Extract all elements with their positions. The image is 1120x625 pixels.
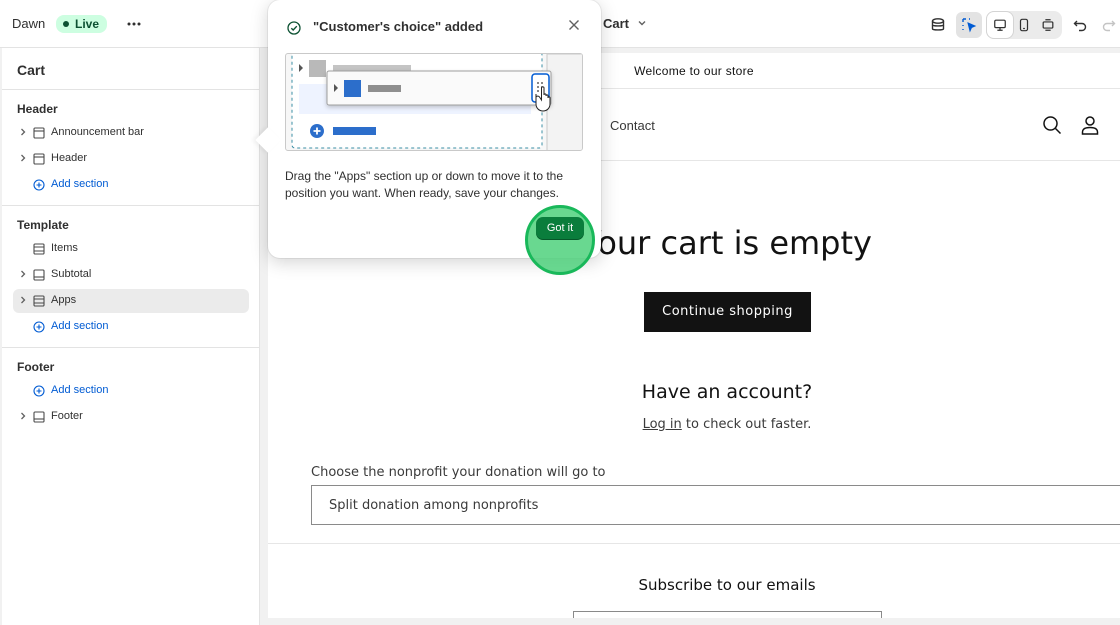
live-status-badge: Live — [56, 15, 108, 33]
login-prompt: Log in to check out faster. — [268, 417, 1120, 432]
sidebar-item-label: Subtotal — [51, 268, 92, 280]
subscribe-heading: Subscribe to our emails — [638, 576, 816, 594]
add-section-label: Add section — [51, 178, 109, 190]
sidebar-item-apps[interactable]: Apps — [13, 289, 249, 313]
divider — [2, 205, 260, 206]
sidebar-item-subtotal[interactable]: Subtotal — [13, 263, 249, 287]
live-status-label: Live — [75, 17, 100, 31]
popover-description: Drag the "Apps" section up or down to mo… — [285, 169, 564, 200]
drag-illustration — [285, 53, 583, 151]
sidebar-item-label: Announcement bar — [51, 126, 144, 138]
chevron-right-icon[interactable] — [18, 411, 28, 421]
section-icon — [33, 243, 45, 255]
device-toggle-group — [986, 11, 1062, 39]
add-section-button-template[interactable]: Add section — [13, 315, 249, 339]
login-suffix: to check out faster. — [681, 417, 812, 432]
add-section-button-header[interactable]: Add section — [13, 173, 249, 197]
close-icon[interactable] — [567, 18, 581, 32]
nav-link-contact[interactable]: Contact — [610, 118, 655, 133]
sidebar-item-footer[interactable]: Footer — [13, 405, 249, 429]
donation-select[interactable]: Split donation among nonprofits — [311, 485, 1120, 525]
group-footer-label: Footer — [17, 360, 55, 374]
page-selector-label: Cart — [603, 16, 630, 31]
sidebar-item-label: Items — [51, 242, 78, 254]
inspector-select-icon[interactable] — [956, 12, 982, 38]
add-section-label: Add section — [51, 384, 109, 396]
email-input[interactable] — [573, 611, 882, 618]
donation-label: Choose the nonprofit your donation will … — [311, 465, 606, 480]
sidebar-item-label: Footer — [51, 410, 83, 422]
popover-title: "Customer's choice" added — [313, 19, 484, 34]
page-selector[interactable]: Cart — [603, 16, 647, 31]
mobile-icon[interactable] — [1011, 12, 1037, 38]
section-icon — [33, 295, 45, 307]
continue-shopping-button[interactable]: Continue shopping — [644, 292, 811, 332]
section-icon — [33, 127, 45, 139]
database-icon[interactable] — [925, 12, 951, 38]
account-icon[interactable] — [1079, 114, 1101, 136]
divider — [2, 347, 260, 348]
chevron-right-icon[interactable] — [18, 153, 28, 163]
have-account-heading: Have an account? — [641, 381, 813, 403]
desktop-icon[interactable] — [987, 12, 1013, 38]
fullscreen-icon[interactable] — [1035, 12, 1061, 38]
sidebar-item-header[interactable]: Header — [13, 147, 249, 171]
section-icon — [33, 411, 45, 423]
divider — [2, 89, 260, 90]
add-section-button-footer[interactable]: Add section — [13, 379, 249, 403]
section-icon — [33, 269, 45, 281]
undo-icon[interactable] — [1067, 12, 1093, 38]
sidebar-title: Cart — [17, 62, 46, 78]
add-circle-icon — [33, 385, 45, 397]
click-highlight — [525, 205, 595, 275]
group-template-label: Template — [17, 218, 69, 232]
sidebar-item-items[interactable]: Items — [13, 237, 249, 261]
chevron-right-icon[interactable] — [18, 295, 28, 305]
redo-icon[interactable] — [1096, 12, 1120, 38]
sidebar-item-announcement-bar[interactable]: Announcement bar — [13, 121, 249, 145]
more-horizontal-icon[interactable] — [122, 12, 146, 36]
divider — [268, 543, 1120, 544]
group-header-label: Header — [17, 102, 58, 116]
search-icon[interactable] — [1041, 114, 1063, 136]
chevron-right-icon[interactable] — [18, 127, 28, 137]
add-section-label: Add section — [51, 320, 109, 332]
sidebar-item-label: Header — [51, 152, 88, 164]
theme-name: Dawn — [12, 16, 46, 31]
login-link[interactable]: Log in — [643, 417, 682, 432]
add-circle-icon — [33, 179, 45, 191]
got-it-button[interactable]: Got it — [536, 217, 584, 240]
chevron-right-icon[interactable] — [18, 269, 28, 279]
section-icon — [33, 153, 45, 165]
add-circle-icon — [33, 321, 45, 333]
sidebar-item-label: Apps — [51, 294, 77, 306]
chevron-down-icon — [637, 18, 647, 31]
check-circle-icon — [287, 21, 301, 35]
sections-sidebar: Cart Header Announcement bar Header Add … — [2, 48, 260, 625]
